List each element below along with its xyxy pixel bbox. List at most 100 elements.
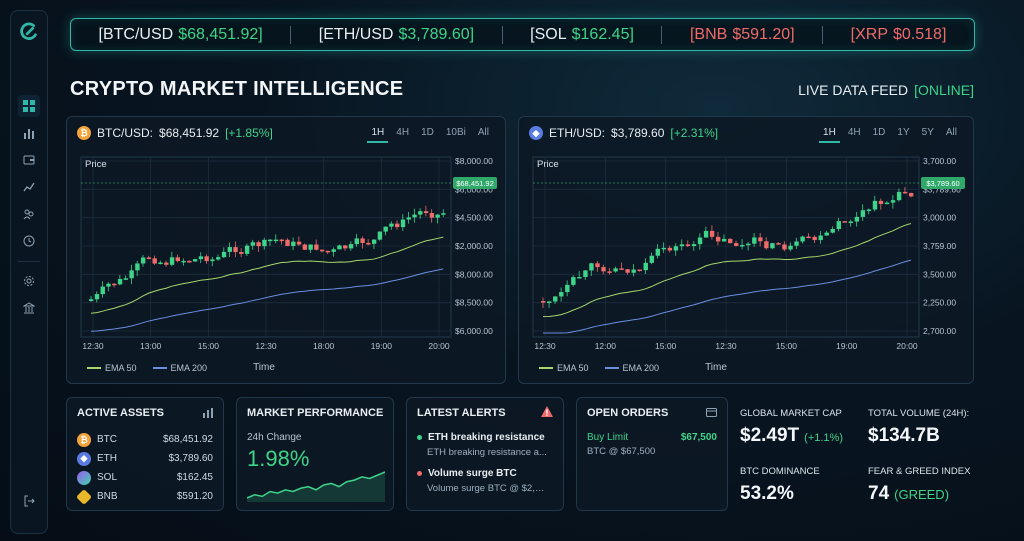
btc-price: $68,451.92 xyxy=(159,126,220,140)
candle-body xyxy=(250,242,256,246)
candle-body xyxy=(256,242,261,247)
candle-body xyxy=(181,260,186,263)
candle-body xyxy=(366,242,371,245)
x-tick-label: 15:00 xyxy=(776,341,798,351)
users-icon[interactable] xyxy=(18,203,40,225)
eth-change: [+2.31%] xyxy=(670,126,719,140)
candle-body xyxy=(227,247,232,252)
tab-5y[interactable]: 5Y xyxy=(918,127,938,143)
tab-all[interactable]: All xyxy=(942,127,961,143)
y-tick-label: $4,500.00 xyxy=(455,213,493,223)
candle-body xyxy=(836,221,841,230)
tab-1h[interactable]: 1H xyxy=(367,127,389,143)
order-type: Buy Limit xyxy=(587,432,629,443)
x-tick-label: 12:30 xyxy=(715,341,737,351)
candle-body xyxy=(866,209,872,212)
asset-list: ₿ BTC $68,451.92 ◆ ETH $3,789.60 SOL $162.45 BNB… xyxy=(76,430,213,506)
candle-body xyxy=(878,200,884,205)
ticker-item[interactable]: [BTC/USD $68,451.92] xyxy=(99,26,263,44)
asset-row[interactable]: ₿ BTC $68,451.92 xyxy=(77,430,213,449)
ticker-price: $3,789.60] xyxy=(398,25,475,43)
ticker-item[interactable]: [SOL $162.45] xyxy=(530,26,634,44)
online-status-badge: [ONLINE] xyxy=(914,82,974,98)
bnb-coin-icon xyxy=(76,488,92,505)
logout-icon[interactable] xyxy=(18,490,40,512)
btc-coin-icon: ₿ xyxy=(77,432,91,447)
y-tick-label: 3,759.00 xyxy=(923,241,956,251)
asset-row[interactable]: SOL $162.45 xyxy=(77,468,213,487)
market-performance-title: MARKET PERFORMANCE xyxy=(247,407,384,419)
candle-body xyxy=(423,211,429,214)
asset-row[interactable]: BNB $591.20 xyxy=(76,487,213,506)
candle-body xyxy=(794,241,799,246)
candle-body xyxy=(175,257,181,262)
candle-body xyxy=(441,213,446,215)
alert-item[interactable]: Volume surge BTC Volume surge BTC @ $2,0.… xyxy=(417,468,547,494)
candle-body xyxy=(559,292,564,297)
dashboard-icon[interactable] xyxy=(18,95,40,117)
candle-body xyxy=(812,236,817,241)
ticker-price: $591.20] xyxy=(732,25,795,43)
trend-line-icon[interactable] xyxy=(18,176,40,198)
alert-list: ETH breaking resistance ETH breaking resi… xyxy=(417,432,547,504)
ticker-price: $0.518] xyxy=(893,25,947,43)
candle-body xyxy=(273,239,279,242)
candle-body xyxy=(872,200,878,210)
tab-1h[interactable]: 1H xyxy=(819,127,840,143)
ticker-divider xyxy=(822,25,824,44)
order-row[interactable]: Buy Limit $67,500 xyxy=(587,432,717,443)
folder-icon[interactable] xyxy=(706,407,717,418)
alert-item[interactable]: ETH breaking resistance ETH breaking resi… xyxy=(417,432,547,458)
bar-chart-icon[interactable] xyxy=(18,122,40,144)
live-feed-label: LIVE DATA FEED xyxy=(798,82,909,98)
candle-body xyxy=(782,244,787,250)
candle-body xyxy=(331,249,336,252)
ticker-pair: [BTC/USD xyxy=(98,25,174,43)
ticker-price: $68,451.92] xyxy=(178,25,263,43)
fear-greed-sentiment: (GREED) xyxy=(894,487,950,502)
asset-left: SOL xyxy=(77,470,117,485)
settings-gear-icon[interactable] xyxy=(18,270,40,292)
candle-body xyxy=(800,236,805,242)
candle-body xyxy=(673,246,679,251)
eth-candlestick-chart[interactable]: 3,700.00 $3,789.60 3,000.00 3,759.00 3,500.0… xyxy=(519,151,975,381)
candle-body xyxy=(187,260,192,263)
wallet-icon[interactable] xyxy=(18,149,40,171)
legend-ema50: EMA 50 xyxy=(539,363,589,373)
candle-body xyxy=(285,239,290,246)
tab-4h[interactable]: 4H xyxy=(844,127,865,143)
bar-chart-icon[interactable] xyxy=(203,408,213,418)
tab-1y[interactable]: 1Y xyxy=(893,127,913,143)
tab-1d[interactable]: 1D xyxy=(869,127,890,143)
tab-4h[interactable]: 4H xyxy=(392,127,413,143)
eth-chart-legend: EMA 50 EMA 200 Time xyxy=(539,362,727,373)
candle-body xyxy=(553,296,558,302)
asset-row[interactable]: ◆ ETH $3,789.60 xyxy=(77,449,213,468)
candle-body xyxy=(117,279,123,285)
candle-body xyxy=(655,248,661,256)
btc-candlestick-chart[interactable]: $8,000.00 $6,000.00 $4,500.00 $2,000.00 $8,0… xyxy=(67,151,507,381)
candle-body xyxy=(354,238,360,245)
ticker-item[interactable]: [ETH/USD $3,789.60] xyxy=(319,26,474,44)
y-tick-label: 2,700.00 xyxy=(923,326,956,336)
live-data-feed-status: LIVE DATA FEED [ONLINE] xyxy=(798,82,974,98)
tab-1d[interactable]: 1D xyxy=(417,127,438,143)
price-ticker-bar: [BTC/USD $68,451.92] [ETH/USD $3,789.60] [SO… xyxy=(70,18,975,51)
order-amount: $67,500 xyxy=(680,432,717,443)
history-clock-icon[interactable] xyxy=(18,230,40,252)
ticker-item[interactable]: [BNB $591.20] xyxy=(690,26,795,44)
candle-body xyxy=(740,244,745,247)
candle-body xyxy=(146,257,152,260)
alert-dot-icon xyxy=(417,435,422,440)
candle-body xyxy=(135,263,140,271)
ticker-item[interactable]: [XRP $0.518] xyxy=(851,26,947,44)
app-logo-icon[interactable] xyxy=(18,21,40,43)
asset-price: $3,789.60 xyxy=(168,453,214,464)
tab-all[interactable]: All xyxy=(474,127,493,143)
total-volume-stat: TOTAL VOLUME (24H): $134.7B xyxy=(868,408,969,447)
bank-icon[interactable] xyxy=(18,297,40,319)
candle-body xyxy=(192,259,198,262)
tab-10bi[interactable]: 10Bi xyxy=(442,127,470,143)
warning-icon[interactable] xyxy=(541,406,553,417)
candle-body xyxy=(571,277,576,285)
